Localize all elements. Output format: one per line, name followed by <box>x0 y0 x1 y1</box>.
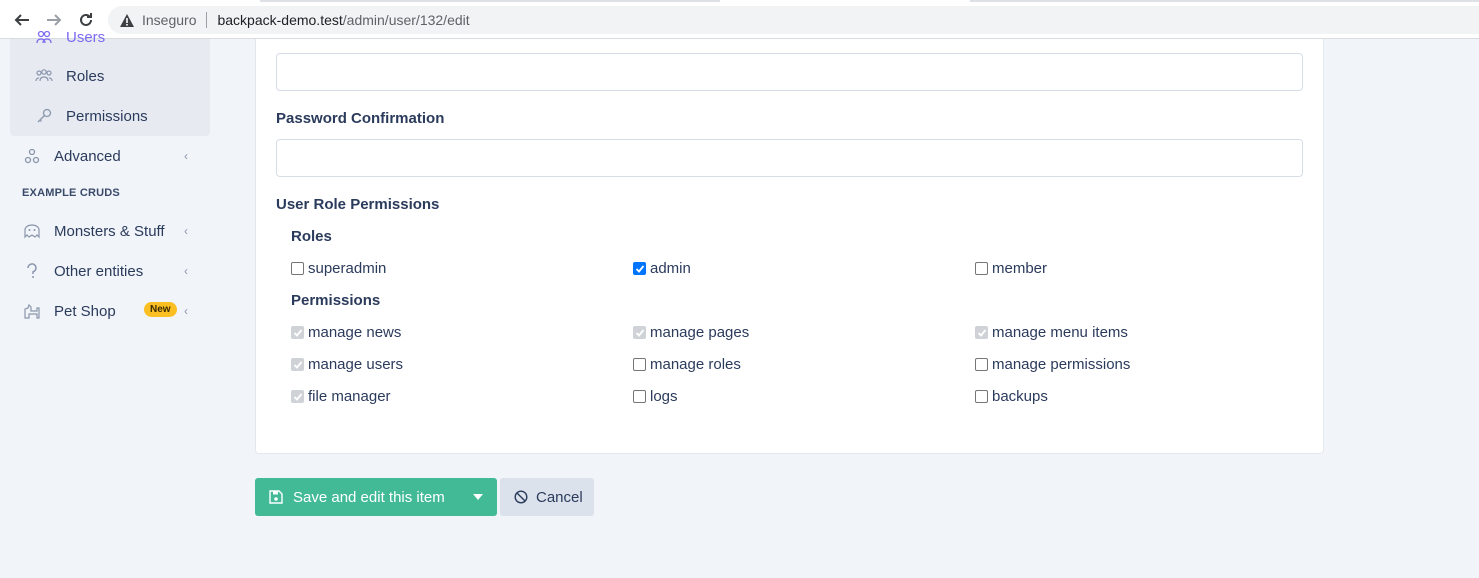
sidebar-item-label: Advanced <box>54 147 121 165</box>
permission-checkbox-manage-menu-items: manage menu items <box>975 324 1128 341</box>
browser-toolbar: Inseguro backpack-demo.test /admin/user/… <box>0 0 1479 39</box>
role-checkbox-superadmin[interactable]: superadmin <box>291 260 386 277</box>
checkbox[interactable] <box>975 390 988 403</box>
checkbox[interactable] <box>975 262 988 275</box>
url-path[interactable]: /admin/user/132/edit <box>343 12 470 28</box>
key-icon <box>34 106 54 126</box>
new-badge: New <box>144 302 177 317</box>
sidebar-item-roles[interactable]: Roles <box>34 66 104 86</box>
permissions-section-label: User Role Permissions <box>276 196 440 213</box>
cancel-button-label: Cancel <box>536 488 583 506</box>
check-icon <box>293 328 302 337</box>
checkbox-label: logs <box>650 388 678 405</box>
edit-form-card: Password Confirmation User Role Permissi… <box>255 39 1324 454</box>
sidebar-item-label: Other entities <box>54 262 144 280</box>
permission-checkbox-file-manager: file manager <box>291 388 391 405</box>
checkbox-label: manage pages <box>650 324 750 341</box>
url-host[interactable]: backpack-demo.test <box>217 12 342 28</box>
checkbox-disabled <box>975 326 988 339</box>
checkbox-disabled <box>291 358 304 371</box>
checkbox-disabled <box>633 326 646 339</box>
sidebar-item-users[interactable]: Users <box>34 27 105 47</box>
sidebar-item-advanced[interactable]: Advanced <box>22 146 121 166</box>
checkbox-label: manage menu items <box>992 324 1128 341</box>
checkbox-label: superadmin <box>308 260 387 277</box>
roles-label: Roles <box>291 228 332 245</box>
save-button[interactable]: Save and edit this item <box>255 478 497 516</box>
check-icon <box>293 360 302 369</box>
password-confirmation-input[interactable] <box>276 139 1303 177</box>
save-options-toggle[interactable] <box>459 478 497 516</box>
checkbox[interactable] <box>975 358 988 371</box>
checkbox[interactable] <box>633 358 646 371</box>
cogs-icon <box>22 146 42 166</box>
checkbox-label: member <box>992 260 1048 277</box>
check-icon <box>293 392 302 401</box>
sidebar-submenu: Users Roles Permissions <box>10 29 210 136</box>
password-input[interactable] <box>276 53 1303 91</box>
checkbox-label: manage users <box>308 356 404 373</box>
back-button[interactable] <box>11 9 33 31</box>
checkbox-label: backups <box>992 388 1048 405</box>
arrow-right-icon <box>47 14 62 26</box>
permissions-label: Permissions <box>291 292 381 309</box>
sidebar: Users Roles Permissions Advanced ‹ EXAMP… <box>0 29 210 578</box>
sidebar-item-permissions[interactable]: Permissions <box>34 106 148 126</box>
checkbox-label: admin <box>650 260 691 277</box>
checkbox-label: manage roles <box>650 356 741 373</box>
sidebar-item-label: Roles <box>66 67 105 85</box>
checkbox-label: file manager <box>308 388 391 405</box>
role-checkbox-admin[interactable]: admin <box>633 260 691 277</box>
check-icon <box>635 264 644 273</box>
dog-icon <box>22 301 42 321</box>
caret-down-icon <box>473 494 483 500</box>
permission-checkbox-manage-roles[interactable]: manage roles <box>633 356 741 373</box>
permission-checkbox-manage-permissions[interactable]: manage permissions <box>975 356 1130 373</box>
save-icon <box>269 490 283 504</box>
chevron-left-icon[interactable]: ‹ <box>184 149 188 163</box>
permission-checkbox-manage-news: manage news <box>291 324 401 341</box>
role-checkbox-member[interactable]: member <box>975 260 1047 277</box>
checkbox-disabled <box>291 326 304 339</box>
ban-icon <box>514 490 528 504</box>
arrow-left-icon <box>14 14 29 26</box>
security-label[interactable]: Inseguro <box>142 12 196 28</box>
tab-strip <box>970 0 1479 2</box>
checkbox-checked[interactable] <box>633 262 646 275</box>
tab-strip <box>260 0 720 2</box>
cancel-button[interactable]: Cancel <box>500 478 594 516</box>
sidebar-item-label: Pet Shop <box>54 302 116 320</box>
question-icon <box>22 261 42 281</box>
checkbox-label: manage permissions <box>992 356 1131 373</box>
checkbox[interactable] <box>291 262 304 275</box>
chevron-left-icon[interactable]: ‹ <box>184 304 188 318</box>
sidebar-section-title: EXAMPLE CRUDS <box>22 187 120 199</box>
chevron-left-icon[interactable]: ‹ <box>184 264 188 278</box>
address-bar[interactable]: Inseguro backpack-demo.test /admin/user/… <box>108 6 1479 34</box>
sidebar-item-label: Permissions <box>66 107 148 125</box>
sidebar-item-label: Users <box>66 28 106 46</box>
check-icon <box>977 328 986 337</box>
url-separator <box>206 12 208 28</box>
sidebar-item-label: Monsters & Stuff <box>54 222 165 240</box>
sidebar-item-pet-shop[interactable]: Pet Shop <box>22 301 116 321</box>
reload-icon <box>80 13 92 26</box>
checkbox[interactable] <box>633 390 646 403</box>
sidebar-item-other-entities[interactable]: Other entities <box>22 261 143 281</box>
chevron-left-icon[interactable]: ‹ <box>184 224 188 238</box>
warning-icon[interactable] <box>118 11 136 29</box>
user-group-icon <box>34 66 54 86</box>
permission-checkbox-manage-users: manage users <box>291 356 403 373</box>
checkbox-disabled <box>291 390 304 403</box>
sidebar-item-monsters[interactable]: Monsters & Stuff <box>22 221 165 241</box>
password-confirmation-label: Password Confirmation <box>276 110 445 127</box>
check-icon <box>635 328 644 337</box>
checkbox-label: manage news <box>308 324 402 341</box>
save-button-label: Save and edit this item <box>293 488 445 506</box>
users-icon <box>34 27 54 47</box>
permission-checkbox-backups[interactable]: backups <box>975 388 1048 405</box>
permission-checkbox-manage-pages: manage pages <box>633 324 749 341</box>
monster-icon <box>22 221 42 241</box>
permission-checkbox-logs[interactable]: logs <box>633 388 678 405</box>
